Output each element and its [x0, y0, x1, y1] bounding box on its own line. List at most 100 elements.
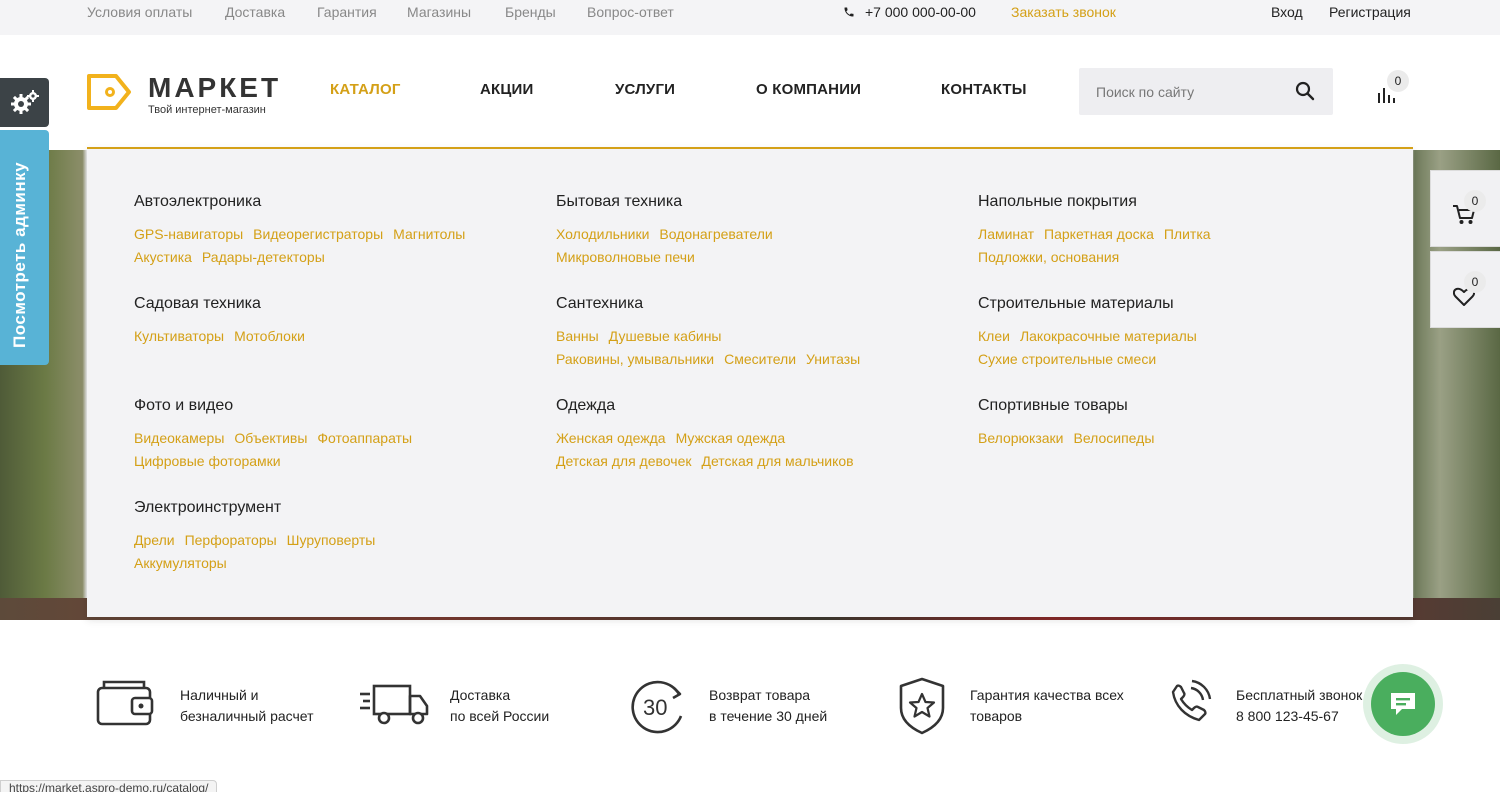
status-bar-url: https://market.aspro-demo.ru/catalog/	[0, 780, 218, 792]
catalog-section-title[interactable]: Электроинструмент	[134, 499, 534, 517]
chat-icon	[1391, 693, 1415, 715]
catalog-section-flooring: Напольные покрытия Ламинат Паркетная доск…	[978, 193, 1378, 269]
catalog-link[interactable]: Ванны	[556, 325, 599, 348]
phone-call-icon	[1171, 679, 1212, 722]
catalog-link[interactable]: Раковины, умывальники	[556, 348, 714, 371]
catalog-section-title[interactable]: Напольные покрытия	[978, 193, 1378, 211]
site-header: МАРКЕТ Твой интернет-магазин КАТАЛОГ АКЦ…	[0, 35, 1500, 150]
catalog-link[interactable]: Мотоблоки	[234, 325, 305, 348]
catalog-link[interactable]: Микроволновые печи	[556, 246, 695, 269]
feature-quality-line1: Гарантия качества всех	[970, 687, 1124, 703]
catalog-link[interactable]: Велорюкзаки	[978, 427, 1064, 450]
phone-number: +7 000 000-00-00	[865, 4, 976, 20]
compare-button[interactable]: 0	[1374, 70, 1414, 115]
catalog-link[interactable]: Акустика	[134, 246, 192, 269]
topbar-link-delivery[interactable]: Доставка	[225, 4, 285, 20]
catalog-link[interactable]: Смесители	[724, 348, 796, 371]
catalog-link[interactable]: Перфораторы	[185, 529, 277, 552]
view-admin-tab[interactable]: Посмотреть админку	[0, 130, 49, 365]
logo-name: МАРКЕТ	[148, 72, 282, 103]
compare-count-badge: 0	[1387, 70, 1409, 92]
feature-quality-line2: товаров	[970, 708, 1023, 724]
catalog-link[interactable]: Дрели	[134, 529, 175, 552]
feature-delivery: Доставка по всей России	[358, 676, 578, 740]
catalog-link[interactable]: Паркетная доска	[1044, 223, 1154, 246]
catalog-link[interactable]: Детская для девочек	[556, 450, 691, 473]
catalog-section-autoelectronics: Автоэлектроника GPS-навигаторы Видеорегис…	[134, 193, 534, 269]
topbar-link-warranty[interactable]: Гарантия	[317, 4, 377, 20]
catalog-link[interactable]: Холодильники	[556, 223, 649, 246]
topbar-link-faq[interactable]: Вопрос-ответ	[587, 4, 674, 20]
register-link[interactable]: Регистрация	[1329, 4, 1411, 20]
topbar-link-payment[interactable]: Условия оплаты	[87, 4, 192, 20]
catalog-section-title[interactable]: Строительные материалы	[978, 295, 1378, 313]
catalog-section-photo-video: Фото и видео Видеокамеры Объективы Фотоапп…	[134, 397, 534, 473]
nav-promotions[interactable]: АКЦИИ	[480, 81, 534, 98]
nav-catalog[interactable]: КАТАЛОГ	[330, 81, 401, 98]
catalog-link[interactable]: Радары-детекторы	[202, 246, 325, 269]
catalog-link[interactable]: Объективы	[234, 427, 307, 450]
search-input[interactable]	[1079, 68, 1289, 115]
catalog-section-building-materials: Строительные материалы Клеи Лакокрасочные…	[978, 295, 1378, 371]
feature-free-call-line1: Бесплатный звонок	[1236, 687, 1363, 703]
catalog-link[interactable]: Шуруповерты	[287, 529, 376, 552]
feature-delivery-line2: по всей России	[450, 708, 550, 724]
catalog-section-title[interactable]: Сантехника	[556, 295, 956, 313]
top-utility-bar: Условия оплаты Доставка Гарантия Магазин…	[0, 0, 1500, 35]
phone-icon	[844, 7, 854, 17]
catalog-link[interactable]: Подложки, основания	[978, 246, 1119, 269]
catalog-link[interactable]: Детская для мальчиков	[701, 450, 853, 473]
chat-button[interactable]	[1363, 664, 1443, 744]
nav-contacts[interactable]: КОНТАКТЫ	[941, 81, 1027, 98]
admin-tab-label: Посмотреть админку	[10, 161, 29, 348]
topbar-phone[interactable]: +7 000 000-00-00	[843, 4, 976, 20]
catalog-link[interactable]: Велосипеды	[1074, 427, 1155, 450]
catalog-link[interactable]: Ламинат	[978, 223, 1034, 246]
catalog-section-garden: Садовая техника Культиваторы Мотоблоки	[134, 295, 534, 348]
catalog-link[interactable]: Аккумуляторы	[134, 552, 227, 575]
favorites-widget[interactable]: 0	[1430, 251, 1500, 328]
catalog-section-title[interactable]: Фото и видео	[134, 397, 534, 415]
favorites-count-badge: 0	[1464, 271, 1486, 293]
catalog-section-title[interactable]: Спортивные товары	[978, 397, 1378, 415]
gears-icon	[10, 89, 39, 114]
catalog-link[interactable]: Водонагреватели	[659, 223, 772, 246]
search-box	[1079, 68, 1333, 115]
cart-widget[interactable]: 0	[1430, 170, 1500, 247]
catalog-link[interactable]: Цифровые фоторамки	[134, 450, 281, 473]
nav-about[interactable]: О КОМПАНИИ	[756, 81, 861, 98]
settings-button[interactable]	[0, 78, 49, 127]
feature-free-call: Бесплатный звонок 8 800 123-45-67	[1161, 676, 1371, 740]
logo-tagline: Твой интернет-магазин	[148, 104, 266, 116]
catalog-link[interactable]: Магнитолы	[393, 223, 465, 246]
catalog-section-clothing: Одежда Женская одежда Мужская одежда Детс…	[556, 397, 956, 473]
login-link[interactable]: Вход	[1271, 4, 1303, 20]
catalog-link[interactable]: Мужская одежда	[676, 427, 786, 450]
catalog-section-title[interactable]: Одежда	[556, 397, 956, 415]
feature-payment-line2: безналичный расчет	[180, 708, 314, 724]
catalog-link[interactable]: GPS-навигаторы	[134, 223, 243, 246]
catalog-link[interactable]: Фотоаппараты	[317, 427, 412, 450]
feature-payment-line1: Наличный и	[180, 687, 259, 703]
catalog-link[interactable]: Унитазы	[806, 348, 860, 371]
nav-services[interactable]: УСЛУГИ	[615, 81, 675, 98]
catalog-link[interactable]: Сухие строительные смеси	[978, 348, 1156, 371]
catalog-section-sports: Спортивные товары Велорюкзаки Велосипеды	[978, 397, 1378, 450]
feature-free-call-line2: 8 800 123-45-67	[1236, 708, 1339, 724]
search-icon[interactable]	[1295, 81, 1315, 101]
topbar-link-brands[interactable]: Бренды	[505, 4, 556, 20]
topbar-link-stores[interactable]: Магазины	[407, 4, 471, 20]
catalog-link[interactable]: Клеи	[978, 325, 1010, 348]
catalog-section-title[interactable]: Автоэлектроника	[134, 193, 534, 211]
catalog-section-title[interactable]: Садовая техника	[134, 295, 534, 313]
catalog-link[interactable]: Видеорегистраторы	[253, 223, 383, 246]
catalog-link[interactable]: Лакокрасочные материалы	[1020, 325, 1197, 348]
catalog-link[interactable]: Душевые кабины	[609, 325, 722, 348]
catalog-link[interactable]: Культиваторы	[134, 325, 224, 348]
catalog-link[interactable]: Видеокамеры	[134, 427, 224, 450]
catalog-section-title[interactable]: Бытовая техника	[556, 193, 956, 211]
callback-link[interactable]: Заказать звонок	[1011, 4, 1116, 20]
feature-returns: 30 Возврат товара в течение 30 дней	[627, 676, 857, 740]
catalog-link[interactable]: Плитка	[1164, 223, 1211, 246]
catalog-link[interactable]: Женская одежда	[556, 427, 666, 450]
